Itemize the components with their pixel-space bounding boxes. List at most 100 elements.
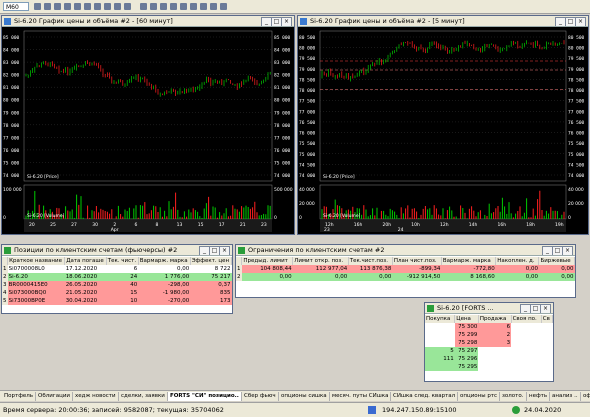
channel-icon[interactable] [160,3,167,10]
limits-titlebar[interactable]: Ограничения по клиентским счетам #2 _ □ … [236,245,575,256]
volume-tick-label: 40 000 [568,187,584,193]
volume-tick-label: 0 [299,215,302,221]
table-row[interactable]: 1 104 808,44 112 977,04 113 876,38 -899,34 -7… [236,265,575,273]
buy-volume: 111 [425,355,455,363]
rect-icon[interactable] [200,3,207,10]
zoom-in-icon[interactable] [74,3,81,10]
positions-titlebar[interactable]: Позиции по клиентским счетам (фьючерсы) … [2,245,232,256]
table-cell: 8 722 [190,265,232,273]
table-cell: 113 876,38 [348,265,393,273]
workspace-tab[interactable]: офз фьючи [581,392,590,401]
chart-app-icon [4,18,11,25]
sell-volume [478,363,512,371]
ellipse-icon[interactable] [190,3,197,10]
order-book-titlebar[interactable]: Si-6.20 [FORTS ... _ □ × [425,303,553,314]
chart1-canvas[interactable]: 85 000 85 000 84 000 84 000 83 000 83 000 82 0… [2,27,294,234]
table-cell: -772,80 [441,265,496,273]
price-tick-label: 75 500 [568,141,585,147]
chart-window-titlebar[interactable]: Si-6.20 График цены и объёма #2 - [60 ми… [2,16,294,27]
connection-ip: 194.247.150.89:15100 [382,406,457,414]
workspace-tab[interactable]: сделки, заявки [119,392,168,401]
close-button[interactable]: × [219,246,230,255]
table-cell: 8 168,60 [441,273,496,281]
delete-icon[interactable] [220,3,227,10]
own-order [541,347,553,355]
chart-window-titlebar[interactable]: Si-6.20 График цены и объёма #2 - [5 мин… [298,16,588,27]
chart-type-icon[interactable] [34,3,41,10]
order-book-row[interactable]: 75 299 2 [425,331,553,339]
close-button[interactable]: × [575,17,586,26]
close-button[interactable]: × [540,304,551,313]
column-header: Своя по. [511,315,542,323]
volume-tick-label: 0 [274,215,277,221]
period-select[interactable]: M60 [3,2,29,11]
line-chart-icon[interactable] [54,3,61,10]
buy-volume [425,339,455,347]
price-tick-label: 77 500 [299,99,316,105]
table-cell: 104 808,44 [241,265,293,273]
time-tick-label: 8 [156,222,159,228]
workspace-tab[interactable]: СИшка след. квартал [391,392,459,401]
price-tick-label: 78 000 [299,88,316,94]
trend-icon[interactable] [150,3,157,10]
text-tool-icon[interactable] [180,3,187,10]
chart2-canvas[interactable]: 80 500 80 500 80 000 80 000 79 500 79 500 79 0… [298,27,588,234]
workspace-tab[interactable]: опционы сишка [279,392,330,401]
order-book-row[interactable]: 75 298 3 [425,339,553,347]
price-tick-label: 75 000 [568,152,585,158]
time-axis [24,220,272,232]
price-level: 75 296 [454,355,479,363]
cursor-icon[interactable] [94,3,101,10]
table-row[interactable]: 2 Si-6.20 18.06.2020 24 1 776,00 75 217 [2,273,232,281]
table-row[interactable]: 3 BR0000415E0 26.05.2020 40 -298,00 0,37 [2,281,232,289]
workspace-tab[interactable]: месяч. путы СИшка [330,392,392,401]
own-order [541,355,553,363]
candle-icon[interactable] [64,3,71,10]
price-level: 75 297 [454,347,479,355]
fibo-icon[interactable] [170,3,177,10]
workspace-tab[interactable]: золото. [500,392,527,401]
workspace-tab[interactable]: Сбер фьюч [242,392,279,401]
price-tick-label: 80 000 [568,46,585,52]
table-cell: 0,00 [495,273,539,281]
workspace-tab[interactable]: FORTS "СИ" позицио.. [168,392,242,401]
column-header: Продажа [478,315,512,323]
column-header: Краткое название [7,257,66,265]
workspace-tab[interactable]: хедж новости [73,392,119,401]
volume-tick-label: 0 [3,215,6,221]
workspace-tab[interactable]: нефть [527,392,551,401]
close-button[interactable]: × [281,17,292,26]
crosshair-icon[interactable] [114,3,121,10]
order-book-row[interactable]: 5 75 297 [425,347,553,355]
buy-volume: 5 [425,347,455,355]
pen-icon[interactable] [104,3,111,10]
line-tool-icon[interactable] [140,3,147,10]
close-button[interactable]: × [562,246,573,255]
volume-tick-label: 100 000 [3,187,22,193]
price-tick-label: 79 000 [568,67,585,73]
price-tick-label: 74 000 [299,173,316,179]
price-tick-label: 84 000 [274,48,291,54]
workspace-tab[interactable]: Портфель [2,392,37,401]
table-row[interactable]: 5 Si73000BP0E 30.04.2020 10 -270,00 173 [2,297,232,305]
price-tick-label: 76 000 [299,131,316,137]
table-row[interactable]: 1 Si0700008L0 17.12.2020 6 0,00 8 722 [2,265,232,273]
zoom-out-icon[interactable] [84,3,91,10]
workspace-tab[interactable]: Облигации [36,392,73,401]
bar-chart-icon[interactable] [44,3,51,10]
order-book-row[interactable]: 75 295 [425,363,553,371]
order-book-row[interactable]: 75 300 6 [425,323,553,331]
price-tick-label: 74 000 [3,173,20,179]
own-order [541,339,553,347]
price-tick-label: 79 500 [568,56,585,62]
positions-window: Позиции по клиентским счетам (фьючерсы) … [1,244,233,314]
workspace-tab[interactable]: опционы ртс [458,392,501,401]
hand-icon[interactable] [124,3,131,10]
table-row[interactable]: 2 0,00 0,00 0,00 -912 914,50 8 168,60 0,00 0,00 [236,273,575,281]
time-tick-label: 16h [498,222,507,228]
arrow-icon[interactable] [210,3,217,10]
table-cell: 0,00 [292,273,349,281]
table-row[interactable]: 4 Si073000BQ0 21.05.2020 15 -1 980,00 835 [2,289,232,297]
order-book-row[interactable]: 111 75 296 [425,355,553,363]
workspace-tab[interactable]: анализ .. [550,392,581,401]
